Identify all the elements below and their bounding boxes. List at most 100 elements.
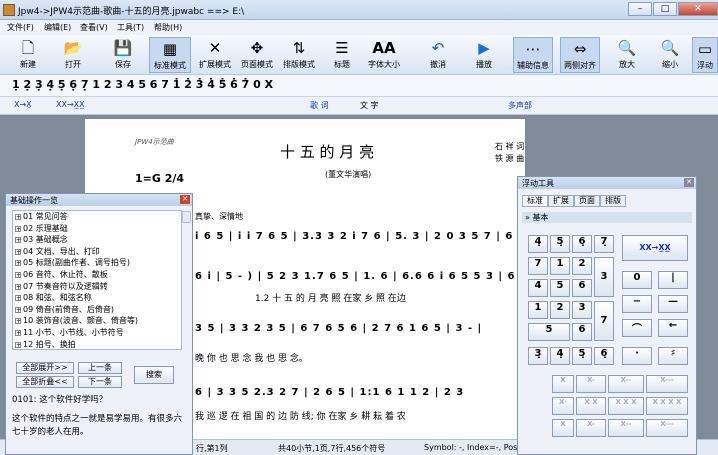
key-2-mid[interactable]: 2: [550, 301, 570, 319]
menu-view[interactable]: 查看(V): [80, 22, 108, 33]
underline-button[interactable]: X→X̱: [14, 100, 32, 109]
key-3-mid[interactable]: 3: [572, 301, 592, 319]
rhythm-key-12[interactable]: X---: [646, 419, 688, 437]
underline-key[interactable]: XX→X̲X̲: [622, 235, 688, 261]
layout-mode-button[interactable]: ⇅ 排版模式: [278, 37, 320, 73]
lyric-line-4[interactable]: 我 巡 逻 在 祖 国 的 边 防 线; 你 在家 乡 耕 耘 着 农: [195, 409, 406, 422]
lyricist-credit[interactable]: 石 祥 词: [495, 141, 524, 152]
minimize-button[interactable]: –: [628, 2, 652, 16]
key-5-low[interactable]: 5̣: [550, 235, 570, 253]
menu-tools[interactable]: 工具(T): [117, 22, 144, 33]
text-button[interactable]: 文 字: [360, 100, 379, 111]
long-dash-key[interactable]: —: [658, 295, 688, 313]
tree-item[interactable]: +01 常见问答: [13, 211, 181, 223]
key-6[interactable]: 6: [572, 279, 592, 297]
maximize-button[interactable]: □: [653, 2, 677, 16]
key-3-low[interactable]: 3̣: [528, 347, 548, 365]
tree-item[interactable]: +12 拍号、换拍: [13, 339, 181, 351]
score-line-1[interactable]: i 6 5 | i i 7 6 5 | 3.3 3 2 i 7 6 | 5. 3…: [195, 231, 538, 242]
rhythm-key-10[interactable]: X-: [576, 419, 606, 437]
rhythm-key-1[interactable]: X: [552, 375, 574, 393]
tab-standard[interactable]: 标准: [522, 195, 548, 207]
score-line-4[interactable]: 6 | 3 3 5 2.3 2 7 | 2 6 5 | 1:1 6 1 1 2 …: [195, 387, 464, 398]
tab-layout[interactable]: 排版: [600, 195, 626, 207]
tab-page[interactable]: 页面: [574, 195, 600, 207]
standard-mode-button[interactable]: ▦ 标准模式: [149, 37, 191, 73]
open-button[interactable]: 📂 打开: [55, 37, 91, 73]
backspace-key[interactable]: ←: [658, 319, 688, 337]
key-7-tall[interactable]: 7: [594, 301, 614, 341]
note-buttons[interactable]: 1̣ 2̣ 3̣ 4̣ 5̣ 6̣ 7̣ 1 2 3 4 5 6 7 1̇ 2̇…: [12, 78, 273, 91]
key-5-wide[interactable]: 5: [528, 323, 570, 341]
menu-help[interactable]: 帮助(H): [154, 22, 182, 33]
tree-scrollbar[interactable]: [182, 211, 191, 223]
search-button[interactable]: 搜索: [134, 366, 174, 384]
tree-item[interactable]: +11 小节、小节线、小节符号: [13, 327, 181, 339]
key-1[interactable]: 1: [550, 257, 570, 275]
tree-item[interactable]: +06 音符、休止符、散板: [13, 269, 181, 281]
save-button[interactable]: 💾 保存: [105, 37, 141, 73]
double-underline-button[interactable]: XX→X̲X̲: [56, 100, 85, 109]
key-2[interactable]: 2: [572, 257, 592, 275]
key-signature[interactable]: 1=G 2/4: [135, 172, 184, 185]
bar-line-key[interactable]: |: [658, 271, 688, 289]
float-close-icon[interactable]: ✕: [684, 178, 694, 187]
score-line-3[interactable]: 3 5 | 3 3 2 3 5 | 6 7 6 5 6 | 2 7 6 1 6 …: [195, 323, 482, 334]
key-3-tall[interactable]: 3: [594, 257, 614, 297]
tree-item[interactable]: +03 基础概念: [13, 234, 181, 246]
extended-mode-button[interactable]: ✕ 扩展模式: [194, 37, 236, 73]
page-mode-button[interactable]: ✥ 页面模式: [236, 37, 278, 73]
tree-item[interactable]: +10 装饰音(波音、颤音、倚音等): [13, 315, 181, 327]
rhythm-key-5[interactable]: X·: [552, 397, 574, 415]
lyric-line-3[interactable]: 晚 你 也 思 念 我 也 思 念。: [195, 351, 308, 364]
score-line-2[interactable]: 6 i | 5 - ) | 5 2 3 1.7 6 5 | 1. 6 | 6.6…: [195, 271, 528, 282]
float-button[interactable]: ▭ 浮动: [692, 37, 718, 73]
zoom-in-button[interactable]: 🔍 放大: [612, 37, 642, 73]
key-5-low-b[interactable]: 5̣: [572, 347, 592, 365]
tree-item[interactable]: +05 标题(副曲作者、调号拍号): [13, 257, 181, 269]
key-7[interactable]: 7: [528, 257, 548, 275]
key-1-mid[interactable]: 1: [528, 301, 548, 319]
key-6-mid[interactable]: 6: [572, 323, 592, 341]
rhythm-key-7[interactable]: X X X: [608, 397, 644, 415]
key-6-low-b[interactable]: 6̣: [594, 347, 614, 365]
rhythm-key-11[interactable]: X--: [608, 419, 644, 437]
menu-edit[interactable]: 编辑(E): [44, 22, 71, 33]
close-button[interactable]: ✕: [678, 2, 718, 16]
composer-credit[interactable]: 铁 源 曲: [495, 153, 524, 164]
help-tree[interactable]: +01 常见问答 +02 乐理基础 +03 基础概念 +04 文档、导出、打印 …: [12, 210, 191, 351]
basic-section[interactable]: » 基本: [522, 212, 692, 223]
tempo-marking[interactable]: 真挚、深情地: [195, 211, 243, 222]
play-button[interactable]: ▶ 播放: [469, 37, 499, 73]
zoom-out-button[interactable]: 🔍 缩小: [655, 37, 685, 73]
tab-extended[interactable]: 扩展: [548, 195, 574, 207]
multi-voice-button[interactable]: 多声部: [508, 100, 532, 111]
key-4[interactable]: 4: [528, 279, 548, 297]
lyric-line-2[interactable]: 1.2 十 五 的 月 亮 照 在家 乡 照 在边: [255, 291, 406, 304]
key-0[interactable]: 0: [622, 271, 652, 289]
key-7-low[interactable]: 7̣: [594, 235, 614, 253]
title-button[interactable]: ☰ 标题: [327, 37, 357, 73]
key-6-low[interactable]: 6̣: [572, 235, 592, 253]
score-subtitle[interactable]: (董文华演唱): [325, 169, 371, 180]
rhythm-key-6[interactable]: X X: [576, 397, 606, 415]
tree-item[interactable]: +07 节奏音符以及逻辑转: [13, 281, 181, 293]
tree-item[interactable]: +09 倚音(前倚音、后倚音): [13, 304, 181, 316]
sharp-key[interactable]: ♯: [658, 347, 688, 365]
rhythm-key-4[interactable]: X---: [646, 375, 688, 393]
menu-file[interactable]: 文件(F): [7, 22, 34, 33]
new-button[interactable]: 🗋 新建: [10, 37, 46, 73]
key-4-low[interactable]: 4̣: [528, 235, 548, 253]
key-4-low-b[interactable]: 4̣: [550, 347, 570, 365]
dash-key[interactable]: −: [622, 295, 652, 313]
key-5[interactable]: 5: [550, 279, 570, 297]
aux-info-button[interactable]: ⋯ 辅助信息: [513, 37, 553, 73]
rhythm-key-8[interactable]: X X X X: [646, 397, 688, 415]
panel-close-icon[interactable]: ✕: [180, 195, 190, 204]
lyric-button[interactable]: 歌 词: [310, 100, 329, 111]
rhythm-key-2[interactable]: X-: [576, 375, 606, 393]
rhythm-key-3[interactable]: X--: [608, 375, 644, 393]
font-size-button[interactable]: AA 字体大小: [364, 37, 404, 73]
undo-button[interactable]: ↶ 撤消: [423, 37, 453, 73]
justify-button[interactable]: ⇔ 两侧对齐: [560, 37, 600, 73]
